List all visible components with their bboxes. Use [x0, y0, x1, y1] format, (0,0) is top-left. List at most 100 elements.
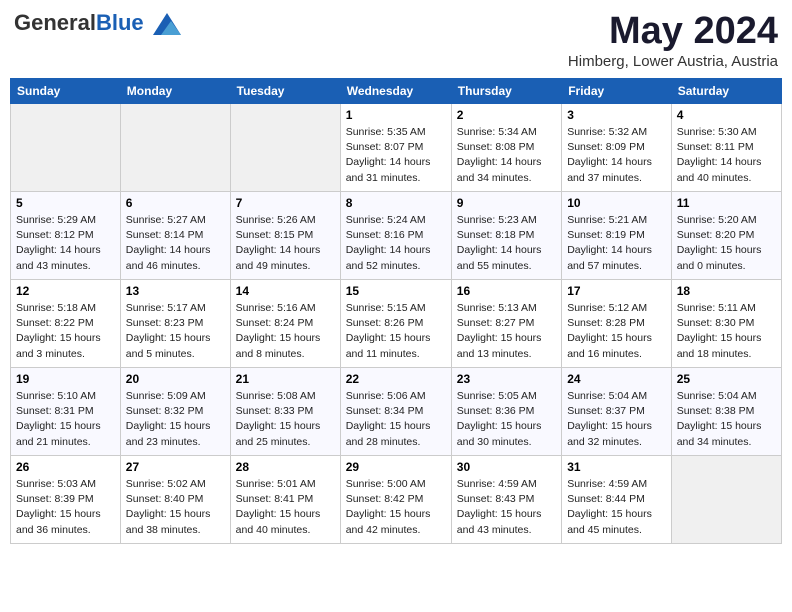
calendar-day-cell: [230, 104, 340, 192]
day-detail: Sunrise: 5:04 AMSunset: 8:37 PMDaylight:…: [567, 389, 666, 450]
day-detail: Sunrise: 5:34 AMSunset: 8:08 PMDaylight:…: [457, 125, 556, 186]
calendar-day-cell: 22Sunrise: 5:06 AMSunset: 8:34 PMDayligh…: [340, 368, 451, 456]
calendar-day-cell: [671, 456, 781, 544]
location-text: Himberg, Lower Austria, Austria: [568, 53, 778, 70]
calendar-week-row: 12Sunrise: 5:18 AMSunset: 8:22 PMDayligh…: [11, 280, 782, 368]
day-detail: Sunrise: 5:03 AMSunset: 8:39 PMDaylight:…: [16, 477, 115, 538]
day-number: 22: [346, 372, 446, 386]
weekday-header-thursday: Thursday: [451, 79, 561, 104]
day-detail: Sunrise: 5:00 AMSunset: 8:42 PMDaylight:…: [346, 477, 446, 538]
day-number: 21: [236, 372, 335, 386]
calendar-week-row: 19Sunrise: 5:10 AMSunset: 8:31 PMDayligh…: [11, 368, 782, 456]
day-detail: Sunrise: 5:29 AMSunset: 8:12 PMDaylight:…: [16, 213, 115, 274]
calendar-day-cell: 24 Sunrise: 5:04 AMSunset: 8:37 PMDayligh…: [562, 368, 672, 456]
day-number: 26: [16, 460, 115, 474]
day-detail: Sunrise: 5:20 AMSunset: 8:20 PMDaylight:…: [677, 213, 776, 274]
calendar-day-cell: 31 Sunrise: 4:59 AMSunset: 8:44 PMDayligh…: [562, 456, 672, 544]
logo-icon: [153, 13, 181, 35]
day-number: 4: [677, 108, 776, 122]
calendar-week-row: 5 Sunrise: 5:29 AMSunset: 8:12 PMDaylight…: [11, 192, 782, 280]
day-detail: Sunrise: 5:09 AMSunset: 8:32 PMDaylight:…: [126, 389, 225, 450]
calendar-day-cell: 20 Sunrise: 5:09 AMSunset: 8:32 PMDayligh…: [120, 368, 230, 456]
day-number: 5: [16, 196, 115, 210]
day-detail: Sunrise: 5:01 AMSunset: 8:41 PMDaylight:…: [236, 477, 335, 538]
calendar-day-cell: 11 Sunrise: 5:20 AMSunset: 8:20 PMDayligh…: [671, 192, 781, 280]
day-detail: Sunrise: 5:24 AMSunset: 8:16 PMDaylight:…: [346, 213, 446, 274]
day-detail: Sunrise: 5:27 AMSunset: 8:14 PMDaylight:…: [126, 213, 225, 274]
day-number: 6: [126, 196, 225, 210]
day-number: 1: [346, 108, 446, 122]
calendar-day-cell: 17 Sunrise: 5:12 AMSunset: 8:28 PMDayligh…: [562, 280, 672, 368]
calendar-day-cell: 21 Sunrise: 5:08 AMSunset: 8:33 PMDayligh…: [230, 368, 340, 456]
day-detail: Sunrise: 5:05 AMSunset: 8:36 PMDaylight:…: [457, 389, 556, 450]
calendar-day-cell: 14 Sunrise: 5:16 AMSunset: 8:24 PMDayligh…: [230, 280, 340, 368]
calendar-day-cell: 10Sunrise: 5:21 AMSunset: 8:19 PMDayligh…: [562, 192, 672, 280]
day-detail: Sunrise: 5:15 AMSunset: 8:26 PMDaylight:…: [346, 301, 446, 362]
day-number: 23: [457, 372, 556, 386]
day-number: 14: [236, 284, 335, 298]
day-detail: Sunrise: 5:12 AMSunset: 8:28 PMDaylight:…: [567, 301, 666, 362]
day-number: 27: [126, 460, 225, 474]
day-number: 13: [126, 284, 225, 298]
logo-blue-text: Blue: [96, 10, 144, 35]
day-number: 17: [567, 284, 666, 298]
calendar-day-cell: 27 Sunrise: 5:02 AMSunset: 8:40 PMDayligh…: [120, 456, 230, 544]
weekday-header-tuesday: Tuesday: [230, 79, 340, 104]
calendar-day-cell: 16 Sunrise: 5:13 AMSunset: 8:27 PMDayligh…: [451, 280, 561, 368]
logo-general-text: General: [14, 10, 96, 35]
calendar-day-cell: 18 Sunrise: 5:11 AMSunset: 8:30 PMDayligh…: [671, 280, 781, 368]
day-number: 3: [567, 108, 666, 122]
page-header: GeneralBlue May 2024 Himberg, Lower Aust…: [10, 10, 782, 70]
day-detail: Sunrise: 5:04 AMSunset: 8:38 PMDaylight:…: [677, 389, 776, 450]
calendar-day-cell: 3 Sunrise: 5:32 AMSunset: 8:09 PMDaylight…: [562, 104, 672, 192]
calendar-day-cell: 5 Sunrise: 5:29 AMSunset: 8:12 PMDaylight…: [11, 192, 121, 280]
day-detail: Sunrise: 5:11 AMSunset: 8:30 PMDaylight:…: [677, 301, 776, 362]
calendar-day-cell: 15 Sunrise: 5:15 AMSunset: 8:26 PMDayligh…: [340, 280, 451, 368]
calendar-day-cell: 2Sunrise: 5:34 AMSunset: 8:08 PMDaylight…: [451, 104, 561, 192]
weekday-header-row: SundayMondayTuesdayWednesdayThursdayFrid…: [11, 79, 782, 104]
day-number: 11: [677, 196, 776, 210]
calendar-week-row: 1 Sunrise: 5:35 AMSunset: 8:07 PMDaylight…: [11, 104, 782, 192]
day-number: 20: [126, 372, 225, 386]
day-number: 7: [236, 196, 335, 210]
calendar-day-cell: 30Sunrise: 4:59 AMSunset: 8:43 PMDayligh…: [451, 456, 561, 544]
day-detail: Sunrise: 5:10 AMSunset: 8:31 PMDaylight:…: [16, 389, 115, 450]
day-number: 31: [567, 460, 666, 474]
day-detail: Sunrise: 5:26 AMSunset: 8:15 PMDaylight:…: [236, 213, 335, 274]
calendar-table: SundayMondayTuesdayWednesdayThursdayFrid…: [10, 78, 782, 544]
day-detail: Sunrise: 5:32 AMSunset: 8:09 PMDaylight:…: [567, 125, 666, 186]
day-detail: Sunrise: 5:08 AMSunset: 8:33 PMDaylight:…: [236, 389, 335, 450]
calendar-day-cell: 9Sunrise: 5:23 AMSunset: 8:18 PMDaylight…: [451, 192, 561, 280]
calendar-day-cell: 1 Sunrise: 5:35 AMSunset: 8:07 PMDaylight…: [340, 104, 451, 192]
logo: GeneralBlue: [14, 10, 181, 36]
calendar-day-cell: [120, 104, 230, 192]
day-number: 29: [346, 460, 446, 474]
day-number: 28: [236, 460, 335, 474]
day-detail: Sunrise: 5:18 AMSunset: 8:22 PMDaylight:…: [16, 301, 115, 362]
weekday-header-monday: Monday: [120, 79, 230, 104]
calendar-week-row: 26 Sunrise: 5:03 AMSunset: 8:39 PMDayligh…: [11, 456, 782, 544]
calendar-day-cell: 6 Sunrise: 5:27 AMSunset: 8:14 PMDaylight…: [120, 192, 230, 280]
day-detail: Sunrise: 5:02 AMSunset: 8:40 PMDaylight:…: [126, 477, 225, 538]
month-title: May 2024: [568, 10, 778, 53]
calendar-day-cell: 26 Sunrise: 5:03 AMSunset: 8:39 PMDayligh…: [11, 456, 121, 544]
calendar-day-cell: 13 Sunrise: 5:17 AMSunset: 8:23 PMDayligh…: [120, 280, 230, 368]
day-number: 18: [677, 284, 776, 298]
day-detail: Sunrise: 4:59 AMSunset: 8:44 PMDaylight:…: [567, 477, 666, 538]
title-block: May 2024 Himberg, Lower Austria, Austria: [568, 10, 778, 70]
weekday-header-wednesday: Wednesday: [340, 79, 451, 104]
calendar-day-cell: 12Sunrise: 5:18 AMSunset: 8:22 PMDayligh…: [11, 280, 121, 368]
day-number: 24: [567, 372, 666, 386]
day-detail: Sunrise: 5:30 AMSunset: 8:11 PMDaylight:…: [677, 125, 776, 186]
calendar-day-cell: 7 Sunrise: 5:26 AMSunset: 8:15 PMDaylight…: [230, 192, 340, 280]
day-detail: Sunrise: 5:17 AMSunset: 8:23 PMDaylight:…: [126, 301, 225, 362]
weekday-header-friday: Friday: [562, 79, 672, 104]
day-detail: Sunrise: 5:35 AMSunset: 8:07 PMDaylight:…: [346, 125, 446, 186]
calendar-day-cell: 4 Sunrise: 5:30 AMSunset: 8:11 PMDaylight…: [671, 104, 781, 192]
day-detail: Sunrise: 5:13 AMSunset: 8:27 PMDaylight:…: [457, 301, 556, 362]
day-detail: Sunrise: 5:16 AMSunset: 8:24 PMDaylight:…: [236, 301, 335, 362]
day-number: 16: [457, 284, 556, 298]
day-number: 9: [457, 196, 556, 210]
day-number: 15: [346, 284, 446, 298]
weekday-header-sunday: Sunday: [11, 79, 121, 104]
